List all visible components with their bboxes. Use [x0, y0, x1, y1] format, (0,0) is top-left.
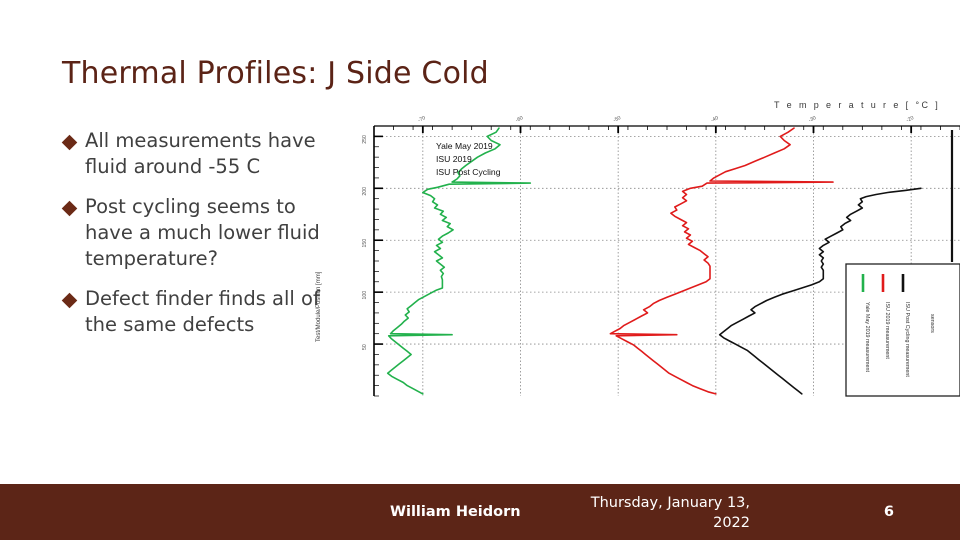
diamond-bullet-icon: [61, 292, 78, 308]
legend-box-label: Yale May 2019 measurement: [864, 302, 870, 373]
diamond-bullet-icon: [61, 134, 78, 151]
chart-x-tick-label: -60: [515, 115, 524, 124]
list-item: All measurements have fluid around -55 C: [61, 128, 326, 180]
bullet-text: All measurements have fluid around -55 C: [85, 129, 316, 178]
chart-x-tick-label: -20: [905, 115, 914, 124]
legend-entry-label: ISU Post Cycling: [436, 167, 501, 177]
thermal-profile-chart: T e m p e r a t u r e [ °C ] -70 -60 -50 -4…: [306, 92, 960, 400]
chart-x-tick-label: -50: [612, 115, 621, 124]
bullet-text: Post cycling seems to have a much lower …: [85, 194, 320, 270]
list-item: Post cycling seems to have a much lower …: [61, 194, 326, 272]
chart-x-tick-label: -40: [710, 115, 719, 124]
legend-box-label: ISU Post Cycling measurement: [904, 302, 910, 377]
chart-x-tick-label: -70: [417, 115, 426, 124]
footer-bar: William Heidorn Thursday, January 13, 20…: [0, 484, 960, 540]
footer-author: William Heidorn: [390, 504, 521, 520]
legend-box-label: sensors: [929, 314, 935, 333]
chart-y-tick-labels: 250 200 150 100 50: [362, 135, 368, 350]
chart-y-tick-label: 150: [362, 239, 368, 248]
page-title: Thermal Profiles: J Side Cold: [62, 56, 489, 91]
chart-y-tick-label: 50: [362, 344, 368, 350]
chart-legend-box: Yale May 2019 measurement ISU 2019 measu…: [845, 263, 960, 397]
chart-x-tick-labels: -70 -60 -50 -40 -30 -20: [417, 115, 915, 124]
bullet-list: All measurements have fluid around -55 C…: [61, 128, 326, 351]
list-item: Defect finder finds all of the same defe…: [61, 286, 326, 338]
legend-entry-label: Yale May 2019: [436, 141, 493, 151]
chart-y-tick-label: 100: [362, 291, 368, 300]
chart-x-tick-label: -30: [808, 115, 817, 124]
legend-entry-label: ISU 2019: [436, 154, 472, 164]
chart-y-axis-title: Test/Module/Position [mm]: [316, 271, 322, 342]
chart-axis-title: T e m p e r a t u r e [ °C ]: [774, 100, 940, 110]
bullet-text: Defect finder finds all of the same defe…: [85, 286, 320, 336]
legend-box-label: ISU 2019 measurement: [884, 302, 890, 359]
chart-y-tick-label: 200: [362, 187, 368, 196]
chart-y-tick-label: 250: [362, 135, 368, 144]
diamond-bullet-icon: [61, 200, 78, 217]
footer-date: Thursday, January 13, 2022: [590, 495, 750, 531]
footer-page-number: 6: [883, 504, 894, 520]
